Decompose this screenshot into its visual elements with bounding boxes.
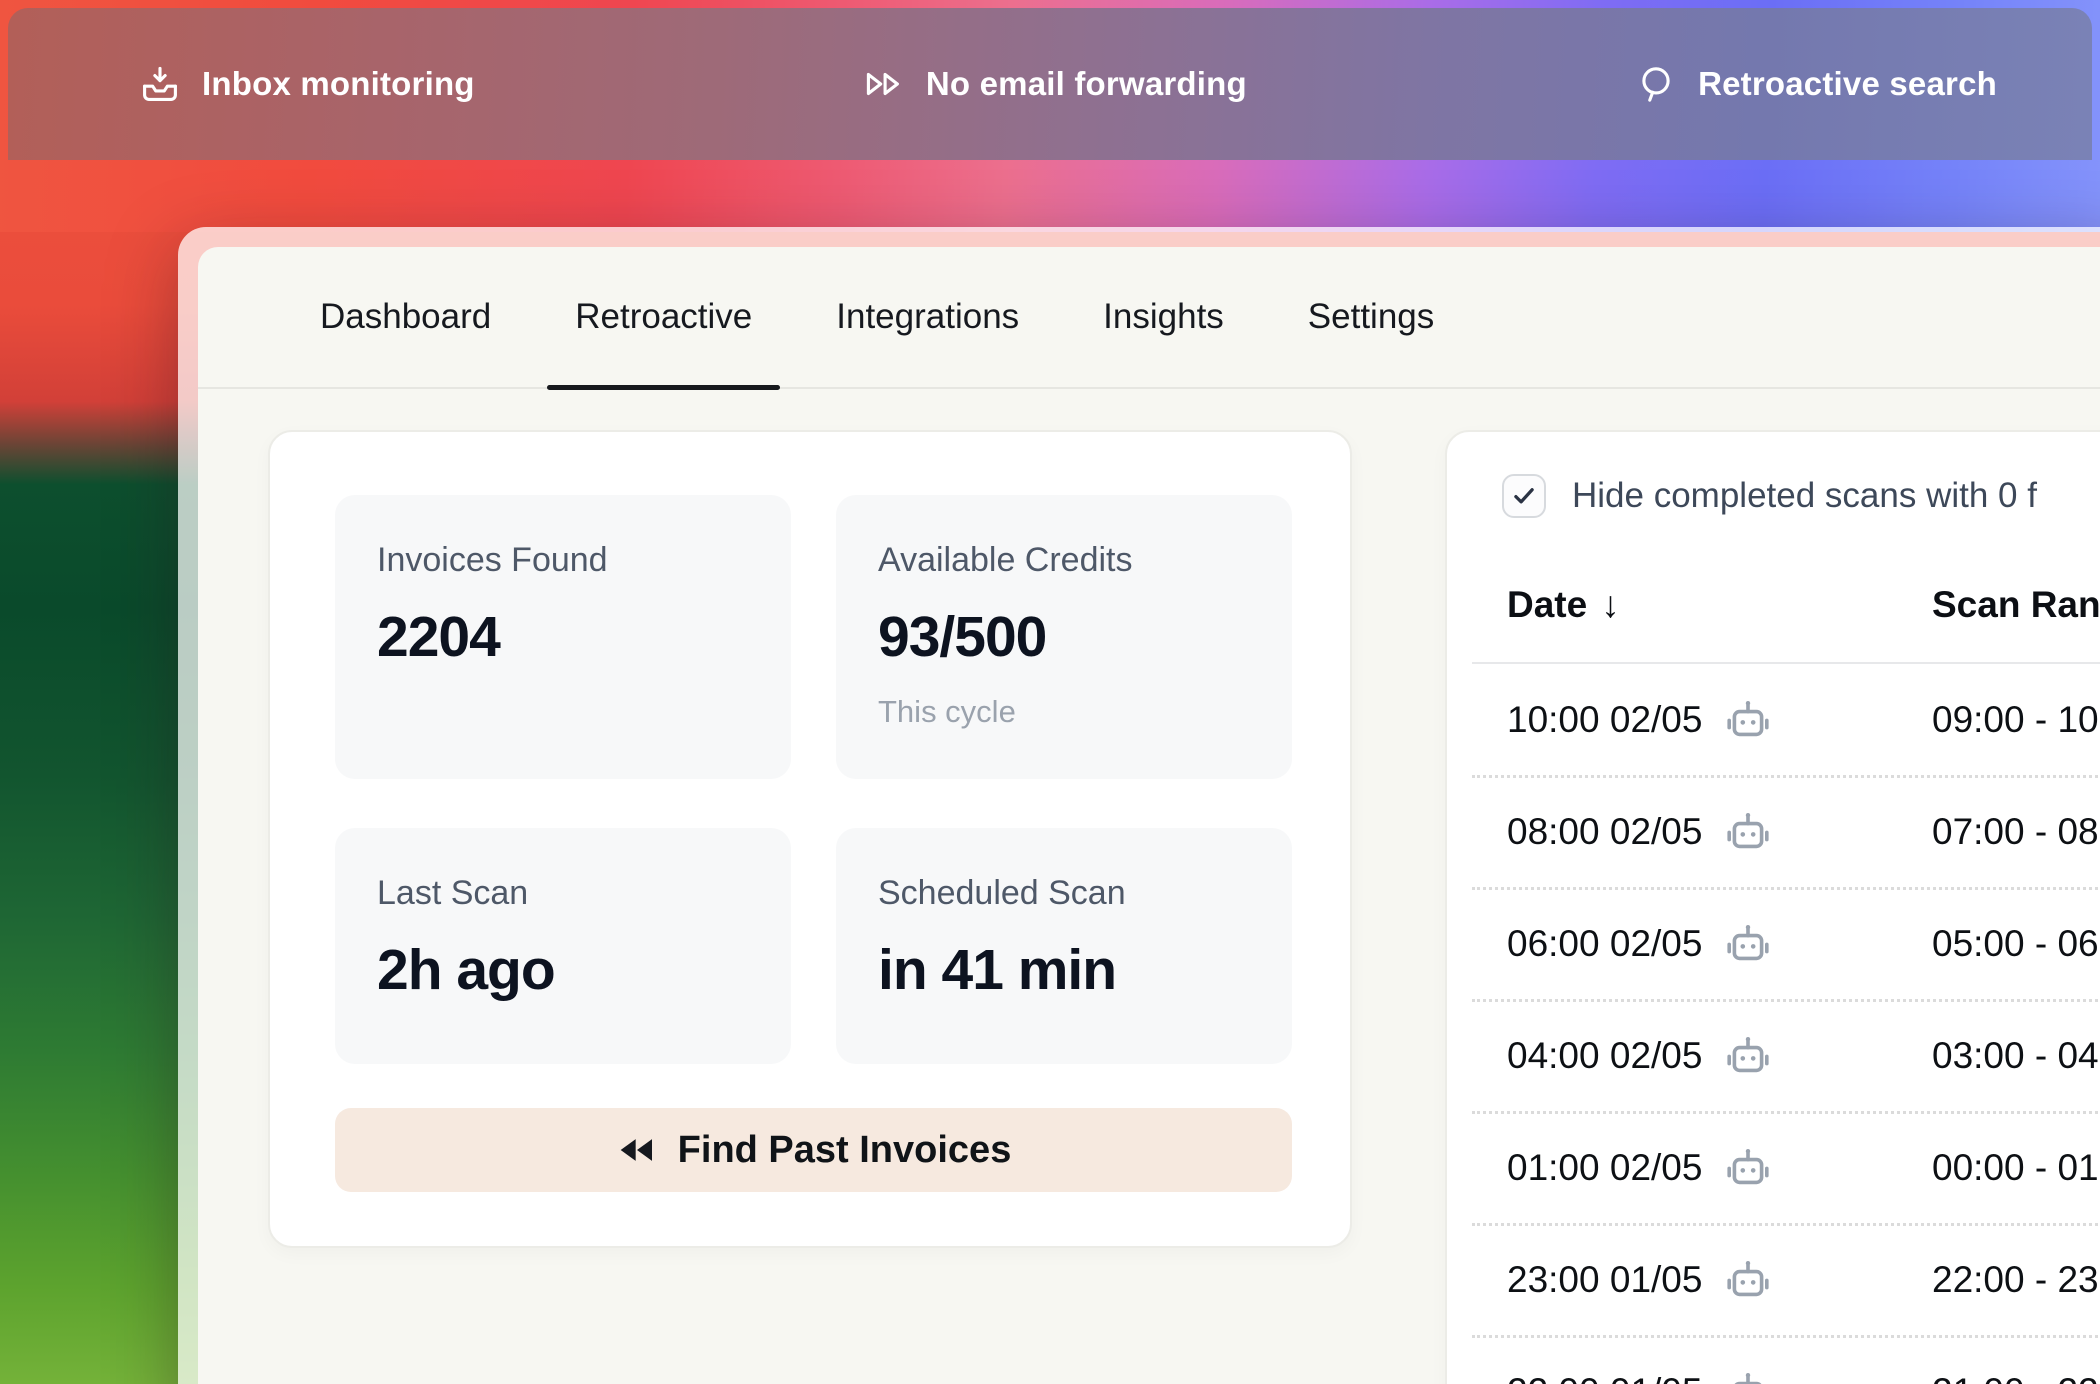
scan-date: 23:00 01/05 <box>1507 1259 1702 1301</box>
hide-completed-filter[interactable]: Hide completed scans with 0 f <box>1502 472 2037 520</box>
stat-subtext: This cycle <box>878 694 1250 730</box>
banner-label: No email forwarding <box>926 65 1247 103</box>
bot-icon <box>1724 1144 1772 1192</box>
banner-label: Retroactive search <box>1698 65 1997 103</box>
bot-icon <box>1724 808 1772 856</box>
feature-banner: Inbox monitoring No email forwarding Ret… <box>8 8 2092 160</box>
column-header-date[interactable]: Date ↓ <box>1507 584 1620 626</box>
sort-descending-arrow-icon: ↓ <box>1601 584 1620 626</box>
scan-row[interactable]: 22:00 01/05 21:00 - 22:00 <box>1447 1336 2100 1384</box>
stat-label: Invoices Found <box>377 539 749 581</box>
find-past-invoices-button[interactable]: Find Past Invoices <box>335 1108 1292 1192</box>
desktop: Inbox monitoring No email forwarding Ret… <box>0 0 2100 1384</box>
stat-label: Last Scan <box>377 872 749 914</box>
bot-icon <box>1724 696 1772 744</box>
find-past-invoices-label: Find Past Invoices <box>678 1129 1012 1172</box>
stat-invoices-found: Invoices Found 2204 <box>335 495 791 779</box>
hide-completed-checkbox[interactable] <box>1502 474 1546 518</box>
tab-settings[interactable]: Settings <box>1308 247 1434 387</box>
scan-date: 06:00 02/05 <box>1507 923 1702 965</box>
scan-range: 22:00 - 23:00 <box>1932 1259 2100 1301</box>
scan-row[interactable]: 04:00 02/05 03:00 - 04:00 <box>1447 1000 2100 1112</box>
banner-item-retroactive-search: Retroactive search <box>1634 62 1997 106</box>
checkmark-icon <box>1509 481 1539 511</box>
banner-item-inbox-monitoring: Inbox monitoring <box>138 62 475 106</box>
scan-row[interactable]: 23:00 01/05 22:00 - 23:00 <box>1447 1224 2100 1336</box>
banner-label: Inbox monitoring <box>202 65 475 103</box>
bot-icon <box>1724 1256 1772 1304</box>
scan-table-body: 10:00 02/05 09:00 - 10:00 08:00 02/05 <box>1447 664 2100 1384</box>
scan-row[interactable]: 01:00 02/05 00:00 - 01:00 <box>1447 1112 2100 1224</box>
scan-range: 07:00 - 08:00 <box>1932 811 2100 853</box>
inbox-arrow-down-icon <box>138 62 182 106</box>
scan-date: 08:00 02/05 <box>1507 811 1702 853</box>
scan-date: 04:00 02/05 <box>1507 1035 1702 1077</box>
scan-range: 03:00 - 04:00 <box>1932 1035 2100 1077</box>
stat-last-scan: Last Scan 2h ago <box>335 828 791 1064</box>
rewind-icon <box>616 1130 656 1170</box>
scan-row[interactable]: 06:00 02/05 05:00 - 06:00 <box>1447 888 2100 1000</box>
hide-completed-label: Hide completed scans with 0 f <box>1572 476 2037 516</box>
banner-item-no-email-forwarding: No email forwarding <box>862 62 1247 106</box>
stat-label: Scheduled Scan <box>878 872 1250 914</box>
scan-date: 22:00 01/05 <box>1507 1371 1702 1384</box>
scan-stats-card: Invoices Found 2204 Available Credits 93… <box>268 430 1352 1248</box>
app-window: Dashboard Retroactive Integrations Insig… <box>178 227 2100 1384</box>
stat-value: 93/500 <box>878 606 1250 668</box>
bot-icon <box>1724 1368 1772 1384</box>
scan-date: 10:00 02/05 <box>1507 699 1702 741</box>
search-icon <box>1634 62 1678 106</box>
stat-value: in 41 min <box>878 939 1250 1001</box>
app-surface: Dashboard Retroactive Integrations Insig… <box>198 247 2100 1384</box>
scan-row[interactable]: 10:00 02/05 09:00 - 10:00 <box>1447 664 2100 776</box>
scan-range: 05:00 - 06:00 <box>1932 923 2100 965</box>
scan-range: 00:00 - 01:00 <box>1932 1147 2100 1189</box>
stat-available-credits: Available Credits 93/500 This cycle <box>836 495 1292 779</box>
scan-table-header: Date ↓ Scan Range <box>1447 584 2100 642</box>
column-header-date-label: Date <box>1507 584 1587 626</box>
tab-bar: Dashboard Retroactive Integrations Insig… <box>198 247 2100 389</box>
bot-icon <box>1724 920 1772 968</box>
column-header-scan-range: Scan Range <box>1932 584 2100 626</box>
scan-date: 01:00 02/05 <box>1507 1147 1702 1189</box>
stat-value: 2204 <box>377 606 749 668</box>
tab-insights[interactable]: Insights <box>1103 247 1224 387</box>
bot-icon <box>1724 1032 1772 1080</box>
stat-scheduled-scan: Scheduled Scan in 41 min <box>836 828 1292 1064</box>
scan-range: 09:00 - 10:00 <box>1932 699 2100 741</box>
scan-range: 21:00 - 22:00 <box>1932 1371 2100 1384</box>
fast-forward-icon <box>862 62 906 106</box>
stat-label: Available Credits <box>878 539 1250 581</box>
tab-dashboard[interactable]: Dashboard <box>320 247 491 387</box>
tab-integrations[interactable]: Integrations <box>836 247 1019 387</box>
scan-row[interactable]: 08:00 02/05 07:00 - 08:00 <box>1447 776 2100 888</box>
stat-value: 2h ago <box>377 939 749 1001</box>
scan-history-card: Hide completed scans with 0 f Date ↓ Sca… <box>1445 430 2100 1384</box>
tab-retroactive[interactable]: Retroactive <box>575 247 752 387</box>
